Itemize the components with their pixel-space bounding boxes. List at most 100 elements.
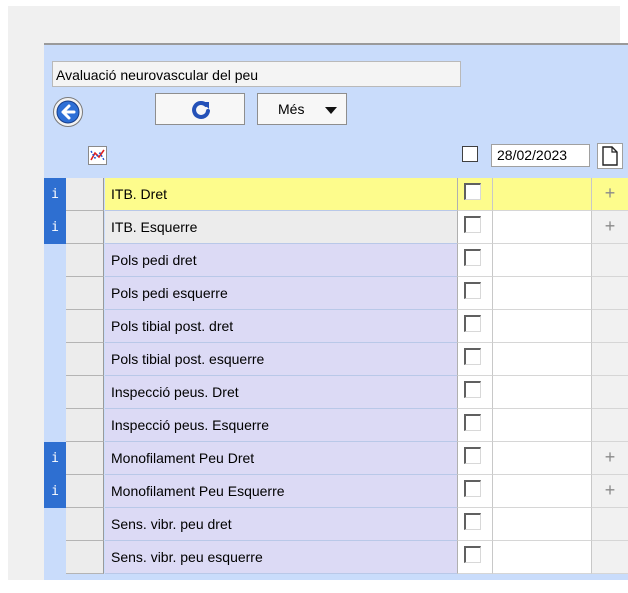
row-value-cell[interactable] [492, 178, 591, 211]
add-entry-button[interactable]: + [591, 442, 628, 475]
back-button[interactable] [53, 97, 83, 127]
more-menu-button[interactable]: Més [257, 93, 347, 125]
row-checkbox[interactable] [464, 513, 481, 530]
row-label: Sens. vibr. peu esquerre [105, 541, 457, 574]
row-label: ITB. Dret [105, 178, 457, 211]
new-column-button[interactable] [597, 143, 623, 169]
action-cell [591, 343, 628, 376]
row-value-cell[interactable] [492, 376, 591, 409]
add-entry-button[interactable]: + [591, 178, 628, 211]
more-menu-label: Més [278, 101, 305, 117]
table-row[interactable]: i ITB. Esquerre + [44, 211, 628, 244]
add-entry-button[interactable]: + [591, 475, 628, 508]
row-value-cell[interactable] [492, 475, 591, 508]
row-checkbox-cell [457, 376, 492, 409]
row-selector[interactable] [66, 541, 104, 574]
row-checkbox[interactable] [464, 381, 481, 398]
action-cell [591, 310, 628, 343]
row-checkbox-cell [457, 475, 492, 508]
info-badge[interactable]: i [44, 442, 66, 475]
row-value-cell[interactable] [492, 211, 591, 244]
row-checkbox[interactable] [464, 216, 481, 233]
table-row[interactable]: Pols pedi dret [44, 244, 628, 277]
row-label: Pols pedi esquerre [105, 277, 457, 310]
row-label: Pols tibial post. dret [105, 310, 457, 343]
row-label: Pols tibial post. esquerre [105, 343, 457, 376]
info-cell [44, 277, 66, 310]
row-selector[interactable] [66, 310, 104, 343]
info-cell [44, 409, 66, 442]
table-row[interactable]: Pols tibial post. esquerre [44, 343, 628, 376]
action-cell [591, 409, 628, 442]
chart-button[interactable] [88, 146, 107, 165]
row-selector[interactable] [66, 409, 104, 442]
arrow-left-circle-icon [56, 100, 80, 124]
row-value-cell[interactable] [492, 277, 591, 310]
row-checkbox-cell [457, 343, 492, 376]
row-selector[interactable] [66, 508, 104, 541]
table-row[interactable]: Pols tibial post. dret [44, 310, 628, 343]
date-column-header[interactable]: 28/02/2023 [491, 144, 590, 167]
info-cell [44, 376, 66, 409]
row-checkbox-cell [457, 244, 492, 277]
dropdown-arrow-icon [325, 107, 337, 114]
row-checkbox-cell [457, 211, 492, 244]
form-window: Avaluació neurovascular del peu Més 28/0… [8, 6, 628, 580]
row-checkbox[interactable] [464, 183, 481, 200]
row-selector[interactable] [66, 343, 104, 376]
row-checkbox[interactable] [464, 447, 481, 464]
row-value-cell[interactable] [492, 310, 591, 343]
info-cell [44, 343, 66, 376]
row-checkbox-cell [457, 409, 492, 442]
table-row[interactable]: i Monofilament Peu Esquerre + [44, 475, 628, 508]
table-row[interactable]: Sens. vibr. peu esquerre [44, 541, 628, 574]
row-selector[interactable] [66, 211, 104, 244]
select-column-checkbox[interactable] [462, 146, 478, 162]
info-badge[interactable]: i [44, 475, 66, 508]
row-selector[interactable] [66, 475, 104, 508]
row-selector[interactable] [66, 244, 104, 277]
info-badge[interactable]: i [44, 178, 66, 211]
action-cell [591, 244, 628, 277]
row-checkbox[interactable] [464, 315, 481, 332]
row-checkbox[interactable] [464, 414, 481, 431]
table-row[interactable]: i ITB. Dret + [44, 178, 628, 211]
row-checkbox-cell [457, 178, 492, 211]
form-title: Avaluació neurovascular del peu [52, 61, 461, 87]
row-checkbox[interactable] [464, 546, 481, 563]
refresh-button[interactable] [155, 93, 245, 125]
action-cell [591, 541, 628, 574]
row-checkbox[interactable] [464, 249, 481, 266]
row-checkbox-cell [457, 442, 492, 475]
row-selector[interactable] [66, 277, 104, 310]
row-label: Monofilament Peu Esquerre [105, 475, 457, 508]
line-chart-icon [90, 149, 105, 161]
row-selector[interactable] [66, 178, 104, 211]
action-cell [591, 376, 628, 409]
row-value-cell[interactable] [492, 508, 591, 541]
row-checkbox[interactable] [464, 480, 481, 497]
table-row[interactable]: Sens. vibr. peu dret [44, 508, 628, 541]
action-cell [591, 277, 628, 310]
table-row[interactable]: i Monofilament Peu Dret + [44, 442, 628, 475]
row-value-cell[interactable] [492, 541, 591, 574]
info-cell [44, 541, 66, 574]
row-selector[interactable] [66, 376, 104, 409]
row-checkbox-cell [457, 541, 492, 574]
info-cell [44, 310, 66, 343]
row-checkbox[interactable] [464, 282, 481, 299]
table-row[interactable]: Inspecció peus. Dret [44, 376, 628, 409]
row-selector[interactable] [66, 442, 104, 475]
row-value-cell[interactable] [492, 343, 591, 376]
table-row[interactable]: Pols pedi esquerre [44, 277, 628, 310]
row-value-cell[interactable] [492, 442, 591, 475]
add-entry-button[interactable]: + [591, 211, 628, 244]
row-value-cell[interactable] [492, 409, 591, 442]
table-row[interactable]: Inspecció peus. Esquerre [44, 409, 628, 442]
info-badge[interactable]: i [44, 211, 66, 244]
row-value-cell[interactable] [492, 244, 591, 277]
info-cell [44, 508, 66, 541]
row-label: Inspecció peus. Dret [105, 376, 457, 409]
form-panel: Avaluació neurovascular del peu Més 28/0… [44, 43, 628, 580]
row-checkbox[interactable] [464, 348, 481, 365]
